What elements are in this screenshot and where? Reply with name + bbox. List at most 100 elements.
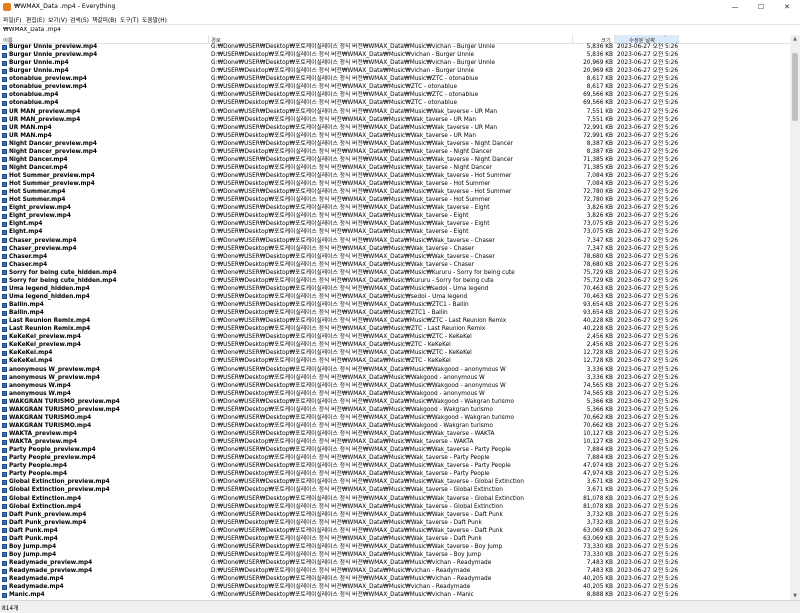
table-row[interactable]: Night Dancer_preview.mp4 D:₩USER₩Desktop₩… xyxy=(0,148,790,156)
menu-bookmarks[interactable]: 책갈피(B) xyxy=(92,15,117,24)
table-row[interactable]: Hot Summer.mp4 D:₩USER₩Desktop₩포토케이실레이스 정… xyxy=(0,196,790,204)
column-divider[interactable] xyxy=(614,35,615,43)
table-row[interactable]: Boy Jump.mp4 D:₩USER₩Desktop₩포토케이실레이스 정식 … xyxy=(0,551,790,559)
menu-edit[interactable]: 편집(E) xyxy=(26,15,45,24)
table-row[interactable]: otonablue_preview.mp4 G:₩Done₩USER₩Deskto… xyxy=(0,75,790,83)
file-path-cell: D:₩USER₩Desktop₩포토케이실레이스 정식 버전₩WMAX_Data… xyxy=(211,390,485,397)
table-row[interactable]: KeKeKel_preview.mp4 G:₩Done₩USER₩Desktop₩… xyxy=(0,333,790,341)
table-row[interactable]: WAKTA_preview.mp4 D:₩USER₩Desktop₩포토케이실레이… xyxy=(0,438,790,446)
table-row[interactable]: Readymade.mp4 G:₩Done₩USER₩Desktop₩포토케이실레… xyxy=(0,575,790,583)
video-file-icon xyxy=(2,471,7,477)
table-row[interactable]: WAKGRAN TURISMO.mp4 G:₩Done₩USER₩Desktop₩… xyxy=(0,414,790,422)
table-row[interactable]: WAKGRAN TURISMO_preview.mp4 G:₩Done₩USER₩… xyxy=(0,398,790,406)
table-row[interactable]: KeKeKel.mp4 G:₩Done₩USER₩Desktop₩포토케이실레이스… xyxy=(0,349,790,357)
table-row[interactable]: Burger Unnie.mp4 G:₩Done₩USER₩Desktop₩포토케… xyxy=(0,59,790,67)
table-row[interactable]: Eight_preview.mp4 D:₩USER₩Desktop₩포토케이실레이… xyxy=(0,212,790,220)
table-row[interactable]: KeKeKel_preview.mp4 D:₩USER₩Desktop₩포토케이실… xyxy=(0,341,790,349)
table-row[interactable]: Uma legend_hidden.mp4 G:₩Done₩USER₩Deskto… xyxy=(0,285,790,293)
table-row[interactable]: Eight_preview.mp4 G:₩Done₩USER₩Desktop₩포토… xyxy=(0,204,790,212)
table-row[interactable]: Readymade_preview.mp4 G:₩Done₩USER₩Deskto… xyxy=(0,559,790,567)
table-row[interactable]: Hot Summer.mp4 G:₩Done₩USER₩Desktop₩포토케이실… xyxy=(0,188,790,196)
table-row[interactable]: Burger Unnie_preview.mp4 D:₩USER₩Desktop₩… xyxy=(0,51,790,59)
menu-file[interactable]: 파일(F) xyxy=(3,15,22,24)
menu-tools[interactable]: 도구(T) xyxy=(120,15,139,24)
column-divider[interactable] xyxy=(572,35,573,43)
table-row[interactable]: Uma legend_hidden.mp4 D:₩USER₩Desktop₩포토케… xyxy=(0,293,790,301)
minimize-button[interactable]: — xyxy=(722,0,748,14)
table-row[interactable]: UR MAN_preview.mp4 D:₩USER₩Desktop₩포토케이실레… xyxy=(0,116,790,124)
table-row[interactable]: Night Dancer.mp4 D:₩USER₩Desktop₩포토케이실레이스… xyxy=(0,164,790,172)
table-row[interactable]: otonablue_preview.mp4 D:₩USER₩Desktop₩포토케… xyxy=(0,83,790,91)
table-row[interactable]: Manic.mp4 G:₩Done₩USER₩Desktop₩포토케이실레이스 정… xyxy=(0,591,790,599)
table-row[interactable]: Global Extinction.mp4 G:₩Done₩USER₩Deskto… xyxy=(0,495,790,503)
table-row[interactable]: Party People.mp4 G:₩Done₩USER₩Desktop₩포토케… xyxy=(0,462,790,470)
table-row[interactable]: Daft Punk_preview.mp4 G:₩Done₩USER₩Deskto… xyxy=(0,511,790,519)
table-row[interactable]: Ballin.mp4 D:₩USER₩Desktop₩포토케이실레이스 정식 버전… xyxy=(0,309,790,317)
menu-search[interactable]: 검색(S) xyxy=(70,15,89,24)
scroll-down-icon[interactable]: ▼ xyxy=(790,592,800,600)
file-path-cell: G:₩Done₩USER₩Desktop₩포토케이실레이스 정식 버전₩WMAX… xyxy=(211,285,489,292)
table-row[interactable]: Last Reunion Remix.mp4 D:₩USER₩Desktop₩포토… xyxy=(0,325,790,333)
table-row[interactable]: Global Extinction.mp4 D:₩USER₩Desktop₩포토케… xyxy=(0,503,790,511)
file-name-cell: Party People_preview.mp4 xyxy=(9,455,96,462)
table-row[interactable]: Ballin.mp4 G:₩Done₩USER₩Desktop₩포토케이실레이스 … xyxy=(0,301,790,309)
table-row[interactable]: Daft Punk.mp4 D:₩USER₩Desktop₩포토케이실레이스 정식… xyxy=(0,535,790,543)
file-size-cell: 70,463 KB xyxy=(583,293,613,300)
search-input[interactable] xyxy=(0,25,790,34)
table-row[interactable]: anonymous W_preview.mp4 G:₩Done₩USER₩Desk… xyxy=(0,366,790,374)
file-path-cell: G:₩Done₩USER₩Desktop₩포토케이실레이스 정식 버전₩WMAX… xyxy=(211,576,492,583)
table-row[interactable]: Burger Unnie_preview.mp4 G:₩Done₩USER₩Des… xyxy=(0,43,790,51)
table-row[interactable]: Readymade.mp4 D:₩USER₩Desktop₩포토케이실레이스 정식… xyxy=(0,583,790,591)
file-name-cell: otonablue_preview.mp4 xyxy=(9,84,87,91)
table-row[interactable]: Party People_preview.mp4 D:₩USER₩Desktop₩… xyxy=(0,454,790,462)
table-row[interactable]: Readymade_preview.mp4 D:₩USER₩Desktop₩포토케… xyxy=(0,567,790,575)
table-row[interactable]: Sorry for being cute_hidden.mp4 D:₩USER₩D… xyxy=(0,277,790,285)
table-row[interactable]: WAKGRAN TURISMO_preview.mp4 D:₩USER₩Deskt… xyxy=(0,406,790,414)
table-row[interactable]: Chaser.mp4 G:₩Done₩USER₩Desktop₩포토케이실레이스 … xyxy=(0,253,790,261)
table-row[interactable]: Global Extinction_preview.mp4 D:₩USER₩Des… xyxy=(0,486,790,494)
table-row[interactable]: anonymous W.mp4 D:₩USER₩Desktop₩포토케이실레이스 … xyxy=(0,390,790,398)
table-row[interactable]: Party People.mp4 D:₩USER₩Desktop₩포토케이실레이스… xyxy=(0,470,790,478)
scroll-up-icon[interactable]: ▲ xyxy=(790,35,800,43)
table-row[interactable]: otonablue.mp4 D:₩USER₩Desktop₩포토케이실레이스 정식… xyxy=(0,99,790,107)
table-row[interactable]: Night Dancer.mp4 G:₩Done₩USER₩Desktop₩포토케… xyxy=(0,156,790,164)
table-row[interactable]: Party People_preview.mp4 G:₩Done₩USER₩Des… xyxy=(0,446,790,454)
table-row[interactable]: UR MAN.mp4 D:₩USER₩Desktop₩포토케이실레이스 정식 버전… xyxy=(0,132,790,140)
table-row[interactable]: Last Reunion Remix.mp4 G:₩Done₩USER₩Deskt… xyxy=(0,317,790,325)
table-row[interactable]: Chaser.mp4 D:₩USER₩Desktop₩포토케이실레이스 정식 버전… xyxy=(0,261,790,269)
table-row[interactable]: anonymous W.mp4 G:₩Done₩USER₩Desktop₩포토케이… xyxy=(0,382,790,390)
file-name-cell: Daft Punk_preview.mp4 xyxy=(9,519,87,526)
table-row[interactable]: Sorry for being cute_hidden.mp4 G:₩Done₩U… xyxy=(0,269,790,277)
table-row[interactable]: WAKTA_preview.mp4 G:₩Done₩USER₩Desktop₩포토… xyxy=(0,430,790,438)
maximize-button[interactable]: ☐ xyxy=(748,0,774,14)
table-row[interactable]: WAKGRAN TURISMO.mp4 D:₩USER₩Desktop₩포토케이실… xyxy=(0,422,790,430)
column-divider[interactable] xyxy=(208,35,209,43)
table-row[interactable]: Burger Unnie.mp4 D:₩USER₩Desktop₩포토케이실레이스… xyxy=(0,67,790,75)
table-row[interactable]: UR MAN_preview.mp4 G:₩Done₩USER₩Desktop₩포… xyxy=(0,108,790,116)
menu-view[interactable]: 보기(V) xyxy=(48,15,67,24)
vertical-scrollbar[interactable]: ▲ ▼ xyxy=(790,35,800,600)
menu-help[interactable]: 도움말(H) xyxy=(142,15,167,24)
table-row[interactable]: UR MAN.mp4 G:₩Done₩USER₩Desktop₩포토케이실레이스 … xyxy=(0,124,790,132)
table-row[interactable]: Daft Punk_preview.mp4 D:₩USER₩Desktop₩포토케… xyxy=(0,519,790,527)
table-row[interactable]: Night Dancer_preview.mp4 G:₩Done₩USER₩Des… xyxy=(0,140,790,148)
table-row[interactable]: Chaser_preview.mp4 D:₩USER₩Desktop₩포토케이실레… xyxy=(0,245,790,253)
table-row[interactable]: Hot Summer_preview.mp4 G:₩Done₩USER₩Deskt… xyxy=(0,172,790,180)
table-row[interactable]: Eight.mp4 D:₩USER₩Desktop₩포토케이실레이스 정식 버전₩… xyxy=(0,228,790,236)
file-name-cell: Global Extinction_preview.mp4 xyxy=(9,479,110,486)
file-path-cell: G:₩Done₩USER₩Desktop₩포토케이실레이스 정식 버전₩WMAX… xyxy=(211,173,512,179)
column-divider[interactable] xyxy=(678,35,679,43)
modified-date-cell: 2023-06-27 오전 5:26 xyxy=(617,551,679,558)
table-row[interactable]: Eight.mp4 G:₩Done₩USER₩Desktop₩포토케이실레이스 정… xyxy=(0,220,790,228)
table-row[interactable]: Boy Jump.mp4 G:₩Done₩USER₩Desktop₩포토케이실레이… xyxy=(0,543,790,551)
table-row[interactable]: KeKeKel.mp4 D:₩USER₩Desktop₩포토케이실레이스 정식 버… xyxy=(0,357,790,365)
table-row[interactable]: otonablue.mp4 G:₩Done₩USER₩Desktop₩포토케이실레… xyxy=(0,91,790,99)
table-row[interactable]: anonymous W_preview.mp4 D:₩USER₩Desktop₩포… xyxy=(0,374,790,382)
scrollbar-thumb[interactable] xyxy=(792,53,798,121)
close-button[interactable]: ✕ xyxy=(774,0,800,14)
table-row[interactable]: Daft Punk.mp4 G:₩Done₩USER₩Desktop₩포토케이실레… xyxy=(0,527,790,535)
table-row[interactable]: Hot Summer_preview.mp4 D:₩USER₩Desktop₩포토… xyxy=(0,180,790,188)
modified-date-cell: 2023-06-27 오전 5:26 xyxy=(617,519,679,526)
table-row[interactable]: Global Extinction_preview.mp4 G:₩Done₩USE… xyxy=(0,478,790,486)
table-row[interactable]: Chaser_preview.mp4 G:₩Done₩USER₩Desktop₩포… xyxy=(0,237,790,245)
